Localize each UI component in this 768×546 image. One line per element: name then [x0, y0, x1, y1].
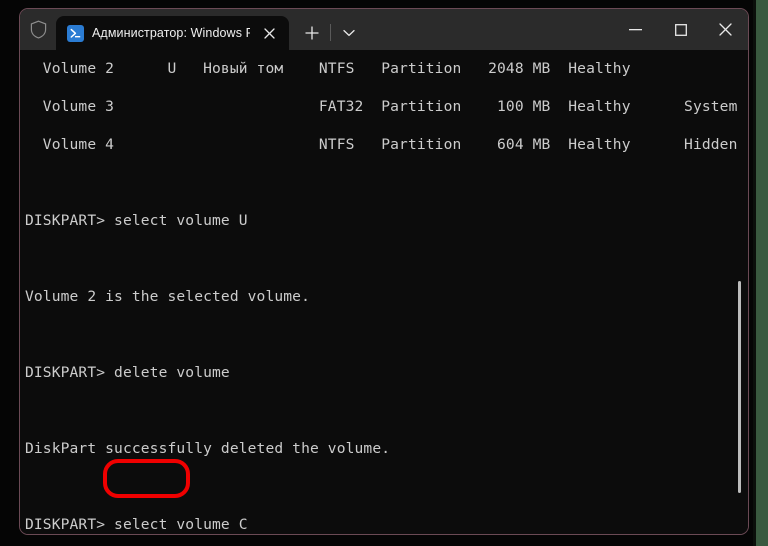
console-line: Volume 2 U Новый том NTFS Partition 2048… [25, 60, 631, 77]
desktop-edge-strip [753, 0, 756, 546]
maximize-button[interactable] [658, 9, 703, 50]
tab-powershell[interactable]: Администратор: Windows Pc [56, 16, 289, 50]
console-line: Volume 3 FAT32 Partition 100 MB Healthy … [25, 98, 738, 115]
console-line: DISKPART> select volume C [25, 516, 248, 533]
new-tab-button[interactable] [297, 16, 327, 50]
tab-close-icon[interactable] [258, 22, 280, 44]
powershell-icon [67, 24, 84, 42]
terminal-scrollbar[interactable] [735, 50, 745, 534]
window-controls [613, 9, 748, 50]
close-button[interactable] [703, 9, 748, 50]
tab-strip: Администратор: Windows Pc [56, 9, 364, 50]
minimize-button[interactable] [613, 9, 658, 50]
shield-icon [20, 9, 56, 50]
scrollbar-thumb[interactable] [738, 281, 741, 493]
console-line: Volume 4 NTFS Partition 604 MB Healthy H… [25, 136, 738, 153]
console-line: DISKPART> delete volume [25, 364, 230, 381]
tab-dropdown-button[interactable] [334, 16, 364, 50]
console-output: Volume 2 U Новый том NTFS Partition 2048… [25, 50, 748, 534]
window-titlebar: Администратор: Windows Pc [20, 9, 748, 50]
terminal-window: Администратор: Windows Pc Volume 2 U Нов… [19, 8, 749, 535]
console-line: DISKPART> select volume U [25, 212, 248, 229]
console-line: Volume 2 is the selected volume. [25, 288, 310, 305]
console-line: DiskPart successfully deleted the volume… [25, 440, 391, 457]
tab-title: Администратор: Windows Pc [92, 26, 250, 40]
tabbar-separator [330, 24, 331, 41]
terminal-content-area[interactable]: Volume 2 U Новый том NTFS Partition 2048… [20, 50, 748, 534]
